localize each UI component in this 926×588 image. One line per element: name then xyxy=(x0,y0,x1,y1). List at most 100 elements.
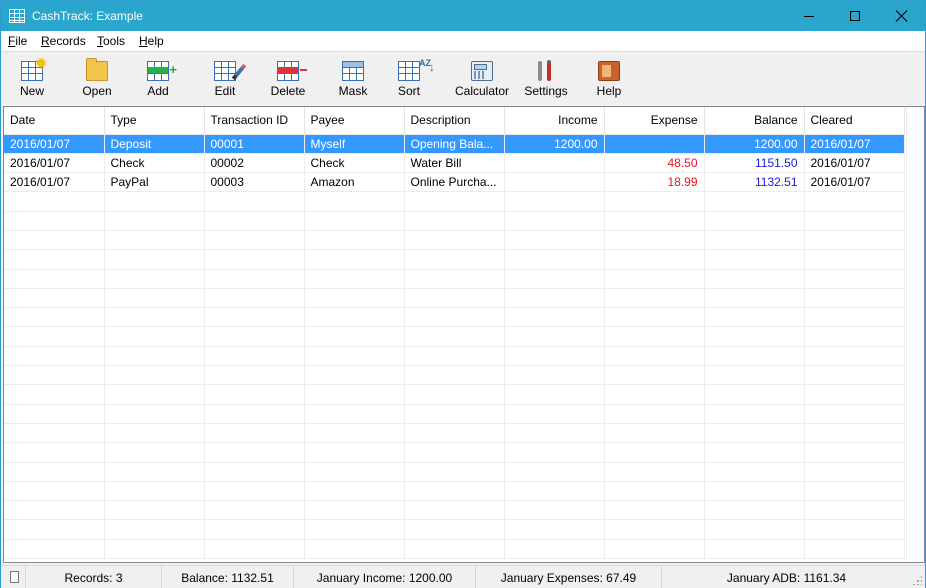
table-cell[interactable]: 2016/01/07 xyxy=(804,134,905,154)
settings-button[interactable]: Settings xyxy=(516,61,576,103)
empty-row[interactable] xyxy=(4,442,905,463)
table-cell[interactable] xyxy=(404,288,505,309)
table-cell[interactable] xyxy=(604,500,705,521)
table-cell[interactable] xyxy=(404,519,505,540)
col-header-expense[interactable]: Expense xyxy=(604,107,705,135)
table-cell[interactable] xyxy=(804,346,905,367)
table-cell[interactable] xyxy=(804,269,905,289)
empty-row[interactable] xyxy=(4,539,905,560)
table-cell[interactable] xyxy=(404,326,505,347)
table-cell[interactable] xyxy=(204,346,305,367)
table-cell[interactable] xyxy=(704,230,805,251)
table-cell[interactable] xyxy=(504,230,605,251)
table-cell[interactable] xyxy=(604,462,705,482)
table-cell[interactable] xyxy=(804,539,905,560)
edit-button[interactable]: Edit xyxy=(195,61,255,103)
table-cell[interactable] xyxy=(404,481,505,502)
table-cell[interactable] xyxy=(4,211,105,231)
table-cell[interactable] xyxy=(104,539,205,560)
table-cell[interactable] xyxy=(804,326,905,347)
sort-button[interactable]: AZ ↓ Sort xyxy=(379,59,439,103)
table-cell[interactable] xyxy=(804,384,905,405)
table-cell[interactable]: Water Bill xyxy=(404,153,505,174)
table-cell[interactable]: 00002 xyxy=(204,153,305,174)
table-cell[interactable] xyxy=(204,442,305,463)
empty-row[interactable] xyxy=(4,307,905,328)
table-cell[interactable]: 1200.00 xyxy=(504,134,605,154)
table-cell[interactable] xyxy=(804,423,905,444)
table-cell[interactable] xyxy=(304,384,405,405)
add-button[interactable]: + Add xyxy=(128,61,188,103)
open-button[interactable]: Open xyxy=(67,58,127,103)
table-cell[interactable] xyxy=(504,384,605,405)
table-cell[interactable] xyxy=(204,462,305,482)
table-cell[interactable] xyxy=(204,404,305,424)
table-cell[interactable]: 1132.51 xyxy=(704,172,805,193)
table-cell[interactable] xyxy=(404,442,505,463)
table-cell[interactable] xyxy=(804,211,905,231)
table-cell[interactable] xyxy=(504,423,605,444)
delete-button[interactable]: Delete xyxy=(258,61,318,103)
table-cell[interactable] xyxy=(104,346,205,367)
table-cell[interactable] xyxy=(704,500,805,521)
table-cell[interactable] xyxy=(804,365,905,386)
table-cell[interactable] xyxy=(4,365,105,386)
table-cell[interactable]: Myself xyxy=(304,134,405,154)
table-cell[interactable] xyxy=(704,307,805,328)
col-header-income[interactable]: Income xyxy=(504,107,605,135)
table-cell[interactable] xyxy=(504,269,605,289)
table-cell[interactable] xyxy=(704,211,805,231)
table-cell[interactable] xyxy=(204,423,305,444)
table-cell[interactable] xyxy=(504,172,605,193)
empty-row[interactable] xyxy=(4,462,905,482)
table-cell[interactable]: Amazon xyxy=(304,172,405,193)
table-cell[interactable] xyxy=(4,539,105,560)
table-cell[interactable] xyxy=(404,404,505,424)
table-cell[interactable] xyxy=(704,326,805,347)
app-grid-icon[interactable] xyxy=(9,9,25,23)
table-cell[interactable] xyxy=(504,539,605,560)
table-cell[interactable] xyxy=(304,365,405,386)
empty-row[interactable] xyxy=(4,288,905,309)
table-cell[interactable]: 1151.50 xyxy=(704,153,805,174)
help-button[interactable]: Help xyxy=(579,61,639,103)
table-cell[interactable] xyxy=(404,539,505,560)
table-cell[interactable] xyxy=(404,230,505,251)
table-cell[interactable]: Check xyxy=(304,153,405,174)
table-cell[interactable] xyxy=(4,269,105,289)
table-cell[interactable] xyxy=(204,500,305,521)
table-cell[interactable] xyxy=(604,384,705,405)
table-cell[interactable] xyxy=(204,326,305,347)
col-header-transaction-id[interactable]: Transaction ID xyxy=(204,107,305,135)
table-cell[interactable] xyxy=(204,539,305,560)
empty-row[interactable] xyxy=(4,481,905,502)
table-cell[interactable] xyxy=(304,442,405,463)
table-cell[interactable] xyxy=(104,500,205,521)
table-cell[interactable] xyxy=(104,230,205,251)
table-cell[interactable] xyxy=(204,307,305,328)
table-cell[interactable] xyxy=(404,211,505,231)
empty-row[interactable] xyxy=(4,191,905,212)
table-cell[interactable] xyxy=(404,346,505,367)
table-cell[interactable] xyxy=(304,326,405,347)
table-cell[interactable] xyxy=(604,211,705,231)
menu-help[interactable]: Help xyxy=(139,34,164,48)
empty-row[interactable] xyxy=(4,404,905,424)
table-cell[interactable] xyxy=(304,211,405,231)
table-cell[interactable] xyxy=(104,249,205,270)
table-cell[interactable] xyxy=(604,288,705,309)
table-cell[interactable] xyxy=(804,230,905,251)
table-cell[interactable] xyxy=(404,269,505,289)
table-cell[interactable] xyxy=(704,269,805,289)
table-cell[interactable] xyxy=(304,539,405,560)
menu-file[interactable]: File xyxy=(8,34,27,48)
table-cell[interactable] xyxy=(104,423,205,444)
table-cell[interactable] xyxy=(4,500,105,521)
col-header-date[interactable]: Date xyxy=(4,107,105,135)
table-cell[interactable] xyxy=(804,249,905,270)
table-cell[interactable] xyxy=(804,191,905,212)
table-cell[interactable] xyxy=(704,404,805,424)
table-cell[interactable] xyxy=(404,307,505,328)
table-cell[interactable] xyxy=(604,230,705,251)
col-header-description[interactable]: Description xyxy=(404,107,505,135)
